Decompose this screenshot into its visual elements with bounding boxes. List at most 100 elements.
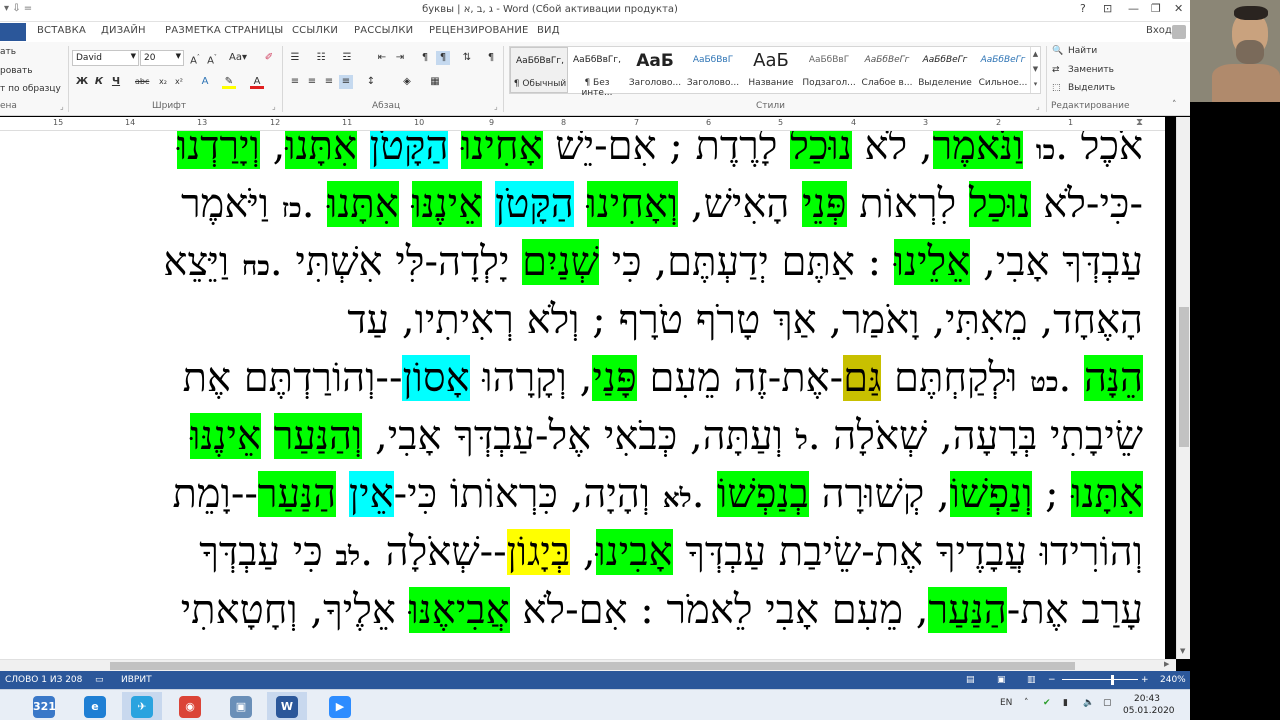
taskbar-app-chrome[interactable]: ◉ xyxy=(170,692,210,720)
taskbar-app-word[interactable]: W xyxy=(267,692,307,720)
bold-icon[interactable]: Ж xyxy=(75,75,89,89)
tab-view[interactable]: ВИД xyxy=(537,25,560,36)
replace-button[interactable]: Заменить xyxy=(1068,65,1114,75)
document-line[interactable]: עָרַב אֶת-הַנַּעַר, מֵעִם אָבִי לֵאמֹר :… xyxy=(181,581,1143,639)
change-case-icon[interactable]: Aa▾ xyxy=(228,51,248,65)
style-heading-1[interactable]: АаБ Заголово... xyxy=(626,47,684,93)
collapse-ribbon-icon[interactable]: ˄ xyxy=(1172,100,1177,110)
font-launcher-icon[interactable]: ⌟ xyxy=(272,102,276,111)
taskbar-app-ie[interactable]: e xyxy=(75,692,115,720)
underline-icon[interactable]: Ч xyxy=(109,75,123,89)
highlight-color-icon[interactable]: ✎ xyxy=(222,75,236,89)
style-normal[interactable]: АаБбВвГг, ¶ Обычный xyxy=(510,47,568,93)
horizontal-ruler[interactable]: 15 14 13 12 11 10 9 8 7 6 5 4 3 2 1 ⧗ xyxy=(0,117,1165,131)
security-icon[interactable]: ✔ xyxy=(1043,698,1051,708)
zoom-slider[interactable] xyxy=(1062,679,1138,680)
sign-in-link[interactable]: Вход xyxy=(1146,25,1172,36)
document-line[interactable]: אִתָּנוּ ; וְנַפְשׁוֹ, קְשׁוּרָה בְנַפְש… xyxy=(173,465,1143,523)
clear-formatting-icon[interactable]: ✐ xyxy=(262,51,276,65)
style-emphasis[interactable]: АаБбВеГг Выделение xyxy=(916,47,974,93)
document-line[interactable]: עַבְדְּךָ אָבִי, אֵלֵינוּ : אַתֶּם יְדַע… xyxy=(163,233,1143,291)
close-button[interactable]: ✕ xyxy=(1174,2,1183,15)
zoom-in-icon[interactable]: + xyxy=(1141,675,1149,685)
style-subtle-emphasis[interactable]: АаБбВеГг Слабое в... xyxy=(858,47,916,93)
word-count[interactable]: СЛОВО 1 ИЗ 208 xyxy=(5,675,82,685)
font-color-icon[interactable]: A xyxy=(250,75,264,89)
document-page[interactable]: אֹכֶל .כו וַנֹּאמֶר, לֹא נוּכַל לָרֶדֶת … xyxy=(0,131,1165,659)
ribbon-display-options-icon[interactable]: ⊡ xyxy=(1103,2,1112,15)
strikethrough-icon[interactable]: abc xyxy=(135,75,149,89)
vertical-scrollbar[interactable]: ▼ xyxy=(1176,117,1190,659)
text-effects-icon[interactable]: A xyxy=(198,75,212,89)
paragraph-launcher-icon[interactable]: ⌟ xyxy=(494,102,498,111)
document-line[interactable]: -כִּי-לֹא נוּכַל לִרְאוֹת פְּנֵי הָאִישׁ… xyxy=(181,175,1143,233)
language-indicator[interactable]: ИВРИТ xyxy=(121,675,152,685)
align-center-icon[interactable]: ≡ xyxy=(305,75,319,89)
taskbar-app-calendar[interactable]: 321 xyxy=(24,692,64,720)
align-left-icon[interactable]: ≡ xyxy=(288,75,302,89)
document-line[interactable]: אֹכֶל .כו וַנֹּאמֶר, לֹא נוּכַל לָרֶדֶת … xyxy=(177,131,1143,175)
indent-marker-icon[interactable]: ⧗ xyxy=(1136,117,1143,128)
italic-icon[interactable]: К xyxy=(92,75,106,89)
style-no-spacing[interactable]: АаБбВвГг, ¶ Без инте... xyxy=(568,47,626,98)
clipboard-launcher-icon[interactable]: ⌟ xyxy=(60,102,64,111)
scroll-down-icon[interactable]: ▼ xyxy=(1180,647,1185,655)
document-line[interactable]: וְהוֹרִידוּ עֲבָדֶיךָ אֶת-שֵׂיבַת עַבְדְ… xyxy=(199,523,1143,581)
numbering-icon[interactable]: ☷ xyxy=(314,51,328,65)
line-spacing-icon[interactable]: ↕ xyxy=(364,75,378,89)
grow-font-icon[interactable]: A˄ xyxy=(188,51,202,66)
tab-design[interactable]: ДИЗАЙН xyxy=(101,25,146,36)
web-layout-icon[interactable]: ▥ xyxy=(1027,675,1036,685)
zoom-level[interactable]: 240% xyxy=(1160,675,1186,685)
select-button[interactable]: Выделить xyxy=(1068,83,1115,93)
multilevel-list-icon[interactable]: ☲ xyxy=(340,51,354,65)
vertical-scroll-thumb[interactable] xyxy=(1179,307,1189,447)
subscript-icon[interactable]: x₂ xyxy=(156,75,170,89)
format-painter-button[interactable]: т по образцу xyxy=(0,84,61,94)
shrink-font-icon[interactable]: A˅ xyxy=(205,51,219,66)
show-marks-icon[interactable]: ¶ xyxy=(484,51,498,65)
find-icon[interactable]: 🔍 xyxy=(1052,46,1063,56)
network-icon[interactable]: ▮ xyxy=(1063,698,1068,708)
horizontal-scrollbar[interactable]: ▶ xyxy=(0,659,1176,671)
horizontal-scroll-thumb[interactable] xyxy=(110,662,1075,670)
paste-button[interactable]: ать xyxy=(0,47,16,57)
styles-scroll[interactable]: ▲ ▼ ▾ xyxy=(1030,47,1040,93)
zoom-slider-thumb[interactable] xyxy=(1111,675,1114,685)
sort-icon[interactable]: ⇅ xyxy=(460,51,474,65)
document-line[interactable]: הֵנָּה .כט וּלְקַחְתֶּם גַּם-אֶת-זֶה מֵע… xyxy=(183,349,1143,407)
copy-button[interactable]: ровать xyxy=(0,66,33,76)
align-right-icon[interactable]: ≡ xyxy=(322,75,336,89)
restore-button[interactable]: ❐ xyxy=(1151,2,1161,15)
tray-arrow-icon[interactable]: ˄ xyxy=(1024,698,1029,708)
tab-page-layout[interactable]: РАЗМЕТКА СТРАНИЦЫ xyxy=(165,25,283,36)
styles-launcher-icon[interactable]: ⌟ xyxy=(1036,102,1040,111)
tab-file[interactable] xyxy=(0,23,26,41)
select-icon[interactable]: ⬚ xyxy=(1052,83,1061,93)
clock[interactable]: 20:43 05.01.2020 xyxy=(1123,693,1175,717)
style-heading-2[interactable]: АаБбВвГ Заголово... xyxy=(684,47,742,93)
help-button[interactable]: ? xyxy=(1080,2,1086,15)
taskbar-app-telegram[interactable]: ✈ xyxy=(122,692,162,720)
tab-mailings[interactable]: РАССЫЛКИ xyxy=(354,25,413,36)
tab-insert[interactable]: ВСТАВКА xyxy=(37,25,86,36)
font-name-combo[interactable]: David ▼ xyxy=(72,50,139,66)
scroll-right-icon[interactable]: ▶ xyxy=(1164,660,1169,668)
decrease-indent-icon[interactable]: ⇤ xyxy=(375,51,389,65)
document-line[interactable]: הָאֶחָד, מֵאִתִּי, וָאֹמַר, אַךְ טָרֹף ט… xyxy=(347,291,1143,349)
style-intense-emphasis[interactable]: АаБбВеГг Сильное... xyxy=(974,47,1032,93)
taskbar-app-explorer[interactable]: ▣ xyxy=(221,692,261,720)
ltr-icon[interactable]: ¶ xyxy=(418,51,432,65)
volume-icon[interactable]: 🔈 xyxy=(1083,698,1094,708)
tab-review[interactable]: РЕЦЕНЗИРОВАНИЕ xyxy=(429,25,529,36)
read-mode-icon[interactable]: ▤ xyxy=(966,675,975,685)
action-center-icon[interactable]: ▢ xyxy=(1103,698,1112,708)
font-size-combo[interactable]: 20 ▼ xyxy=(140,50,184,66)
justify-icon[interactable]: ≡ xyxy=(339,75,353,89)
superscript-icon[interactable]: x² xyxy=(172,75,186,89)
input-language[interactable]: EN xyxy=(1000,698,1012,708)
shading-icon[interactable]: ◈ xyxy=(400,75,414,89)
avatar-icon[interactable] xyxy=(1172,25,1186,39)
print-layout-icon[interactable]: ▣ xyxy=(997,675,1006,685)
style-title[interactable]: АаБ Название xyxy=(742,47,800,93)
